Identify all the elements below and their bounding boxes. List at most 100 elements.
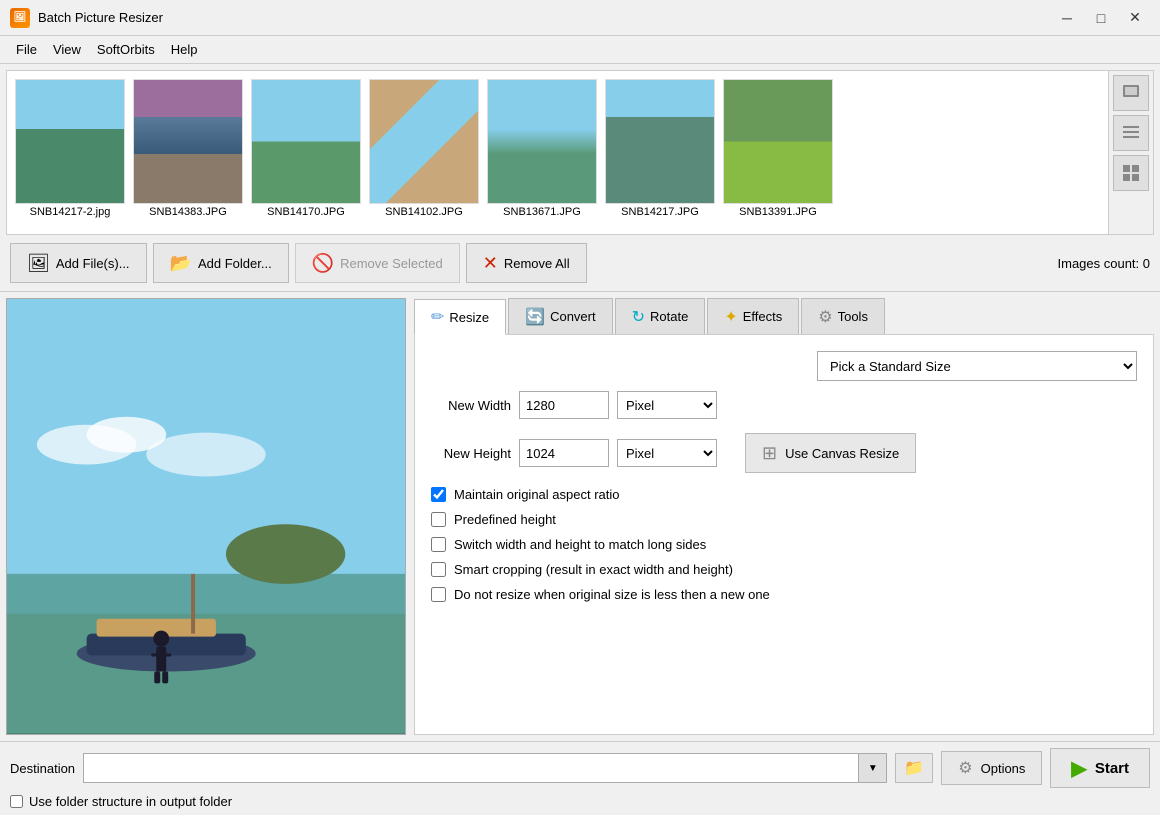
width-label: New Width bbox=[431, 398, 511, 413]
title-bar: 🖼 Batch Picture Resizer ─ □ ✕ bbox=[0, 0, 1160, 36]
close-button[interactable]: ✕ bbox=[1120, 7, 1150, 29]
browse-button[interactable]: 📁 bbox=[895, 753, 933, 783]
gallery-thumb bbox=[251, 79, 361, 204]
gallery-label: SNB14102.JPG bbox=[385, 206, 463, 218]
gallery-view-btn1[interactable] bbox=[1113, 75, 1149, 111]
toolbar: 🖼 Add File(s)... 📂 Add Folder... 🚫 Remov… bbox=[0, 235, 1160, 292]
gallery-label: SNB14217.JPG bbox=[621, 206, 699, 218]
effects-tab-icon: ✦ bbox=[724, 307, 737, 327]
app-icon: 🖼 bbox=[10, 8, 30, 28]
add-files-label: Add File(s)... bbox=[56, 256, 130, 271]
menu-bar: File View SoftOrbits Help bbox=[0, 36, 1160, 64]
start-label: Start bbox=[1095, 760, 1129, 777]
convert-tab-label: Convert bbox=[550, 309, 596, 324]
canvas-resize-icon: ⊞ bbox=[762, 443, 777, 464]
height-input[interactable] bbox=[519, 439, 609, 467]
tools-tab-label: Tools bbox=[838, 309, 868, 324]
remove-all-label: Remove All bbox=[504, 256, 570, 271]
smart-crop-label: Smart cropping (result in exact width an… bbox=[454, 562, 733, 577]
rotate-tab-label: Rotate bbox=[650, 309, 688, 324]
destination-label: Destination bbox=[10, 761, 75, 776]
tab-content-resize: Pick a Standard Size New Width Pixel Per… bbox=[414, 335, 1154, 735]
gallery-thumb bbox=[487, 79, 597, 204]
height-row: New Height Pixel Percent Cm Inch ⊞ Use C… bbox=[431, 433, 1137, 473]
remove-selected-icon: 🚫 bbox=[312, 253, 334, 274]
gallery-item[interactable]: SNB14217.JPG bbox=[605, 79, 715, 226]
canvas-resize-button[interactable]: ⊞ Use Canvas Resize bbox=[745, 433, 916, 473]
standard-size-row: Pick a Standard Size bbox=[431, 351, 1137, 381]
gallery-item[interactable]: SNB13391.JPG bbox=[723, 79, 833, 226]
menu-softorbits[interactable]: SoftOrbits bbox=[89, 39, 163, 60]
tab-tools[interactable]: ⚙ Tools bbox=[801, 298, 885, 334]
tab-effects[interactable]: ✦ Effects bbox=[707, 298, 799, 334]
destination-row: Destination ▼ 📁 ⚙ Options ▶ Start bbox=[10, 748, 1150, 788]
predefined-height-checkbox[interactable] bbox=[431, 512, 446, 527]
gallery-thumb bbox=[723, 79, 833, 204]
switch-sides-label: Switch width and height to match long si… bbox=[454, 537, 706, 552]
effects-tab-label: Effects bbox=[743, 309, 783, 324]
add-folder-button[interactable]: 📂 Add Folder... bbox=[153, 243, 289, 283]
gallery-label: SNB13671.JPG bbox=[503, 206, 581, 218]
gallery-item[interactable]: SNB14217-2.jpg bbox=[15, 79, 125, 226]
menu-file[interactable]: File bbox=[8, 39, 45, 60]
tab-rotate[interactable]: ↻ Rotate bbox=[615, 298, 706, 334]
restore-button[interactable]: □ bbox=[1086, 7, 1116, 29]
preview-image bbox=[7, 299, 405, 734]
remove-selected-button[interactable]: 🚫 Remove Selected bbox=[295, 243, 460, 283]
destination-dropdown-button[interactable]: ▼ bbox=[858, 754, 886, 782]
gallery-item[interactable]: SNB14383.JPG bbox=[133, 79, 243, 226]
destination-input[interactable] bbox=[84, 754, 858, 782]
gallery-thumb bbox=[15, 79, 125, 204]
standard-size-select[interactable]: Pick a Standard Size bbox=[817, 351, 1137, 381]
add-files-button[interactable]: 🖼 Add File(s)... bbox=[10, 243, 147, 283]
gallery-view-btn3[interactable] bbox=[1113, 155, 1149, 191]
remove-all-button[interactable]: ✕ Remove All bbox=[466, 243, 587, 283]
destination-field-wrapper: ▼ bbox=[83, 753, 887, 783]
switch-sides-row: Switch width and height to match long si… bbox=[431, 537, 1137, 552]
preview-area bbox=[6, 298, 406, 735]
tabs: ✏ Resize 🔄 Convert ↻ Rotate ✦ Effects ⚙ bbox=[414, 298, 1154, 335]
no-resize-checkbox[interactable] bbox=[431, 587, 446, 602]
no-resize-row: Do not resize when original size is less… bbox=[431, 587, 1137, 602]
right-panel: ✏ Resize 🔄 Convert ↻ Rotate ✦ Effects ⚙ bbox=[406, 298, 1154, 735]
gallery-view-btn2[interactable] bbox=[1113, 115, 1149, 151]
smart-crop-checkbox[interactable] bbox=[431, 562, 446, 577]
width-unit-select[interactable]: Pixel Percent Cm Inch bbox=[617, 391, 717, 419]
gallery-item[interactable]: SNB14170.JPG bbox=[251, 79, 361, 226]
predefined-height-label: Predefined height bbox=[454, 512, 556, 527]
add-files-icon: 🖼 bbox=[27, 253, 50, 274]
bottom-bar: Destination ▼ 📁 ⚙ Options ▶ Start Use fo… bbox=[0, 741, 1160, 815]
content-area: ✏ Resize 🔄 Convert ↻ Rotate ✦ Effects ⚙ bbox=[0, 292, 1160, 741]
menu-help[interactable]: Help bbox=[163, 39, 206, 60]
gallery-thumb bbox=[369, 79, 479, 204]
options-icon: ⚙ bbox=[958, 758, 972, 778]
add-folder-icon: 📂 bbox=[170, 253, 192, 274]
gallery-label: SNB14170.JPG bbox=[267, 206, 345, 218]
maintain-ratio-checkbox[interactable] bbox=[431, 487, 446, 502]
width-input[interactable] bbox=[519, 391, 609, 419]
browse-icon: 📁 bbox=[904, 758, 924, 778]
gallery-thumb bbox=[133, 79, 243, 204]
height-unit-select[interactable]: Pixel Percent Cm Inch bbox=[617, 439, 717, 467]
app-title: Batch Picture Resizer bbox=[38, 10, 163, 25]
gallery-sidebar bbox=[1108, 71, 1153, 234]
add-folder-label: Add Folder... bbox=[198, 256, 272, 271]
smart-crop-row: Smart cropping (result in exact width an… bbox=[431, 562, 1137, 577]
gallery-item[interactable]: SNB13671.JPG bbox=[487, 79, 597, 226]
minimize-button[interactable]: ─ bbox=[1052, 7, 1082, 29]
folder-structure-checkbox[interactable] bbox=[10, 795, 23, 808]
switch-sides-checkbox[interactable] bbox=[431, 537, 446, 552]
tab-convert[interactable]: 🔄 Convert bbox=[508, 298, 612, 334]
gallery-label: SNB14383.JPG bbox=[149, 206, 227, 218]
menu-view[interactable]: View bbox=[45, 39, 89, 60]
gallery-item[interactable]: SNB14102.JPG bbox=[369, 79, 479, 226]
remove-all-icon: ✕ bbox=[483, 253, 498, 274]
main-content: SNB14217-2.jpg SNB14383.JPG SNB14170.JPG… bbox=[0, 64, 1160, 815]
start-button[interactable]: ▶ Start bbox=[1050, 748, 1150, 788]
options-button[interactable]: ⚙ Options bbox=[941, 751, 1042, 785]
width-row: New Width Pixel Percent Cm Inch bbox=[431, 391, 1137, 419]
resize-tab-icon: ✏ bbox=[431, 307, 444, 327]
folder-structure-row: Use folder structure in output folder bbox=[10, 794, 1150, 809]
gallery-area: SNB14217-2.jpg SNB14383.JPG SNB14170.JPG… bbox=[6, 70, 1154, 235]
tab-resize[interactable]: ✏ Resize bbox=[414, 299, 506, 335]
